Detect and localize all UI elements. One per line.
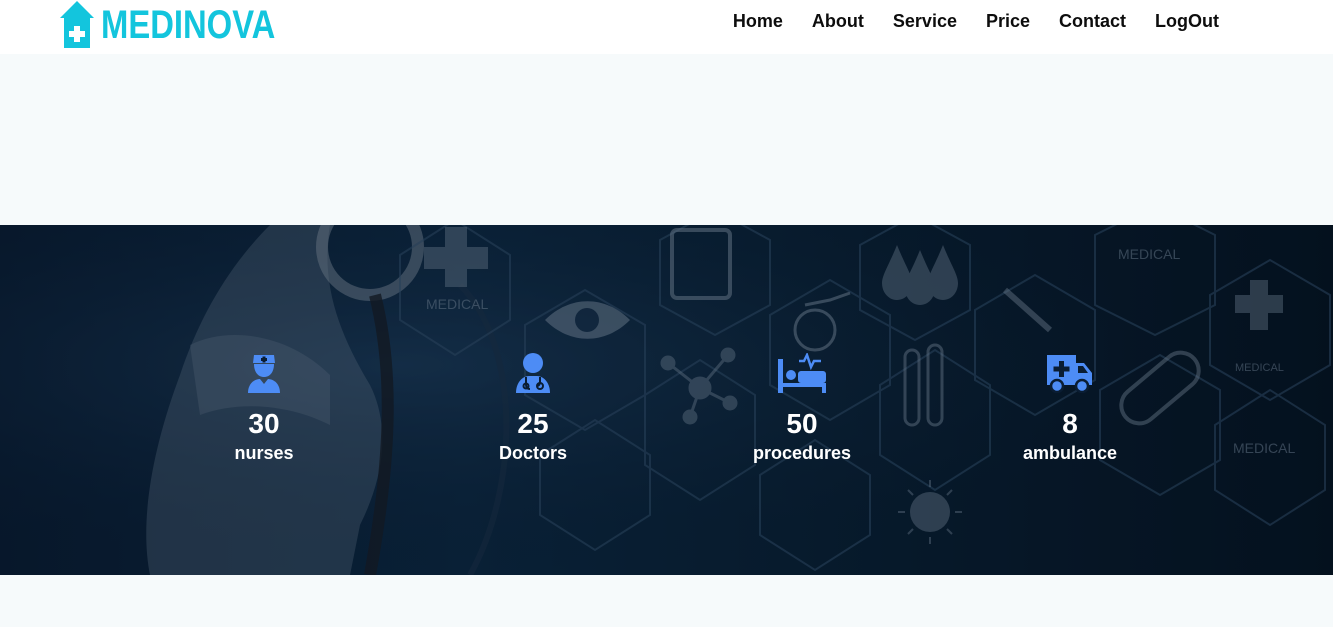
stat-label-doctors: Doctors [498,443,567,463]
page-bottom-area [0,575,1333,627]
stat-value-doctors: 25 [517,408,549,439]
stat-value-procedures: 50 [786,408,818,439]
stat-label-procedures: procedures [752,443,852,463]
ambulance-icon [1047,355,1092,393]
stat-label-nurses: nurses [234,443,294,463]
stat-ambulance: 8 ambulance [970,353,1170,464]
stat-doctors: 25 Doctors [433,353,633,464]
hospital-house-icon [60,1,94,48]
brand-logo[interactable]: MEDINOVA [58,0,314,50]
nav-about[interactable]: About [812,10,864,32]
nurse-icon [248,355,280,393]
nav-home[interactable]: Home [733,10,783,32]
stat-label-ambulance: ambulance [1022,443,1118,463]
hospital-bed-icon [778,353,826,393]
doctor-icon [516,353,550,393]
nav-logout[interactable]: LogOut [1155,10,1219,32]
stat-value-nurses: 30 [248,408,280,439]
navbar: MEDINOVA Home About Service Price Contac… [0,0,1333,54]
main-nav: Home About Service Price Contact LogOut [733,10,1219,32]
stat-nurses: 30 nurses [164,353,364,464]
hero-blank-area [0,54,1333,225]
stat-value-ambulance: 8 [1062,408,1078,439]
stats-section: MEDICAL MEDICAL MEDICAL MEDICAL 30 nurse… [0,225,1333,575]
brand-name: MEDINOVA [101,3,276,47]
stat-procedures: 50 procedures [702,353,902,464]
nav-contact[interactable]: Contact [1059,10,1126,32]
nav-service[interactable]: Service [893,10,957,32]
nav-price[interactable]: Price [986,10,1030,32]
